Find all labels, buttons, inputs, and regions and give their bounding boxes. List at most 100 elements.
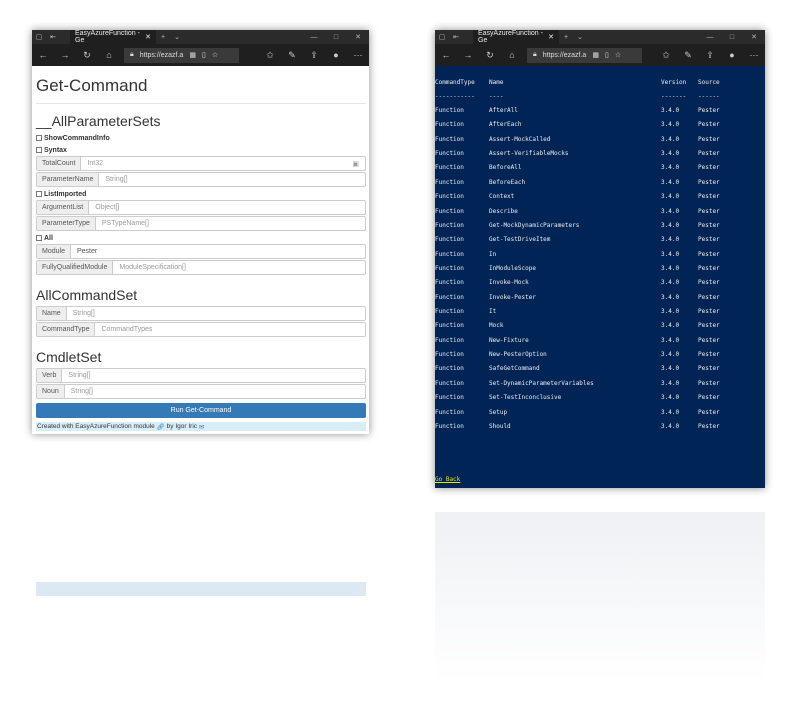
cell: Pester <box>698 351 720 359</box>
mail-icon[interactable]: ✉ <box>199 423 204 431</box>
commandtype-input[interactable]: CommandTypes <box>95 323 365 336</box>
cell: Function <box>435 135 464 143</box>
table-row: Function SafeGetCommand 3.4.0 Pester <box>435 365 765 373</box>
address-bar[interactable]: 🔒︎ https://ezazf.a ▦ ▯ ☆ <box>124 47 239 63</box>
browser-tab[interactable]: EasyAzureFunction - Ge ✕ <box>70 30 156 44</box>
checkbox-syntax[interactable]: Syntax <box>36 144 366 156</box>
cell: 3.4.0 <box>661 150 680 158</box>
table-row: Function Invoke-Pester 3.4.0 Pester <box>435 294 765 302</box>
go-back-link[interactable]: Go Back <box>435 476 460 483</box>
cell: Function <box>435 408 464 416</box>
totalcount-input[interactable]: Int32 ▣ <box>81 157 365 170</box>
table-row: Function Assert-MockCalled 3.4.0 Pester <box>435 136 765 144</box>
forward-icon[interactable]: → <box>54 50 76 60</box>
cell: It <box>489 308 497 316</box>
link-icon[interactable]: 🔗︎ <box>157 423 165 431</box>
checkbox-listimported[interactable]: ListImported <box>36 188 366 200</box>
cell: 3.4.0 <box>661 308 680 316</box>
close-window-icon[interactable]: ✕ <box>347 33 369 41</box>
favorite-star-icon[interactable]: ☆ <box>615 51 621 59</box>
table-row: Function Describe 3.4.0 Pester <box>435 208 765 216</box>
cell: Function <box>435 279 464 287</box>
cell: Assert-VerifiableMocks <box>489 150 569 158</box>
tab-actions-icon[interactable]: ▢ <box>435 33 449 41</box>
refresh-icon[interactable]: ↻ <box>76 50 98 61</box>
tab-aside-icon[interactable]: ⇤ <box>449 33 463 41</box>
lock-icon: 🔒︎ <box>533 51 537 58</box>
minimize-icon[interactable]: — <box>303 34 325 41</box>
maximize-icon[interactable]: □ <box>721 34 743 41</box>
name-input[interactable]: String[] <box>67 307 365 320</box>
home-icon[interactable]: ⌂ <box>501 50 523 60</box>
cell: 3.4.0 <box>661 193 680 201</box>
cell: 3.4.0 <box>661 178 680 186</box>
module-input[interactable]: Pester <box>71 245 365 258</box>
maximize-icon[interactable]: □ <box>325 34 347 41</box>
chevron-down-icon[interactable]: ⌄ <box>170 33 184 41</box>
cell: 3.4.0 <box>661 351 680 359</box>
parametertype-input[interactable]: PSTypeName[] <box>96 217 365 230</box>
cell: SafeGetCommand <box>489 365 540 373</box>
noun-input[interactable]: String[] <box>65 385 365 398</box>
minimize-icon[interactable]: — <box>699 34 721 41</box>
cell: ------- <box>661 93 687 100</box>
back-icon[interactable]: ← <box>435 50 457 60</box>
close-tab-icon[interactable]: ✕ <box>548 33 554 41</box>
cell: Pester <box>698 365 720 373</box>
spinner-icon[interactable]: ▣ <box>352 160 359 168</box>
forward-icon[interactable]: → <box>457 50 479 60</box>
checkbox-showcommandinfo[interactable]: ShowCommandInfo <box>36 132 366 144</box>
pen-icon[interactable]: ✎ <box>677 50 699 61</box>
back-icon[interactable]: ← <box>32 50 54 60</box>
tab-actions-icon[interactable]: ▢ <box>32 33 46 41</box>
field-label: Name <box>37 307 67 320</box>
more-icon[interactable]: ⋯ <box>347 50 369 61</box>
tab-title: EasyAzureFunction - Ge <box>75 30 140 44</box>
close-window-icon[interactable]: ✕ <box>743 33 765 41</box>
share-icon[interactable]: ⇪ <box>699 50 721 61</box>
reading-view-icon[interactable]: ▯ <box>202 51 206 59</box>
table-row: Function Should 3.4.0 Pester <box>435 423 765 431</box>
tab-aside-icon[interactable]: ⇤ <box>46 33 60 41</box>
browser-tab[interactable]: EasyAzureFunction - Ge ✕ <box>473 30 559 44</box>
extension-icon[interactable]: ▦ <box>189 51 196 59</box>
cell: Pester <box>698 336 720 344</box>
favorites-icon[interactable]: ✩ <box>655 50 677 61</box>
fullyqualifiedmodule-input[interactable]: ModuleSpecification[] <box>113 261 365 274</box>
run-get-command-button[interactable]: Run Get-Command <box>36 403 366 418</box>
share-icon[interactable]: ⇪ <box>303 50 325 61</box>
cell: Should <box>489 422 511 430</box>
chevron-down-icon[interactable]: ⌄ <box>573 33 587 41</box>
new-tab-icon[interactable]: + <box>559 34 573 41</box>
favorites-icon[interactable]: ✩ <box>259 50 281 61</box>
author-link[interactable]: by Igor Iric <box>167 423 197 430</box>
parametername-input[interactable]: String[] <box>99 173 365 186</box>
cell: Function <box>435 221 464 229</box>
cell: Function <box>435 236 464 244</box>
address-bar[interactable]: 🔒︎ https://ezazf.a ▦ ▯ ☆ <box>527 47 642 63</box>
cell: Invoke-Pester <box>489 293 536 301</box>
pen-icon[interactable]: ✎ <box>281 50 303 61</box>
lightbulb-icon[interactable]: ● <box>325 50 347 60</box>
close-tab-icon[interactable]: ✕ <box>145 33 151 41</box>
reading-view-icon[interactable]: ▯ <box>605 51 609 59</box>
checkbox-all[interactable]: All <box>36 232 366 244</box>
url-text: https://ezazf.a <box>542 51 587 59</box>
field-label: CommandType <box>37 323 96 336</box>
new-tab-icon[interactable]: + <box>156 34 170 41</box>
table-row: Function New-Fixture 3.4.0 Pester <box>435 337 765 345</box>
verb-input[interactable]: String[] <box>62 369 365 382</box>
more-icon[interactable]: ⋯ <box>743 50 765 61</box>
table-row: Function AfterEach 3.4.0 Pester <box>435 121 765 129</box>
cell: ---- <box>489 93 504 100</box>
extension-icon[interactable]: ▦ <box>592 51 599 59</box>
home-icon[interactable]: ⌂ <box>98 50 120 60</box>
argumentlist-input[interactable]: Object[] <box>89 201 365 214</box>
lightbulb-icon[interactable]: ● <box>721 50 743 60</box>
refresh-icon[interactable]: ↻ <box>479 50 501 61</box>
cell: Pester <box>698 264 720 272</box>
favorite-star-icon[interactable]: ☆ <box>212 51 218 59</box>
cell: Function <box>435 379 464 387</box>
table-row: Function Invoke-Mock 3.4.0 Pester <box>435 279 765 287</box>
cell: Pester <box>698 394 720 402</box>
